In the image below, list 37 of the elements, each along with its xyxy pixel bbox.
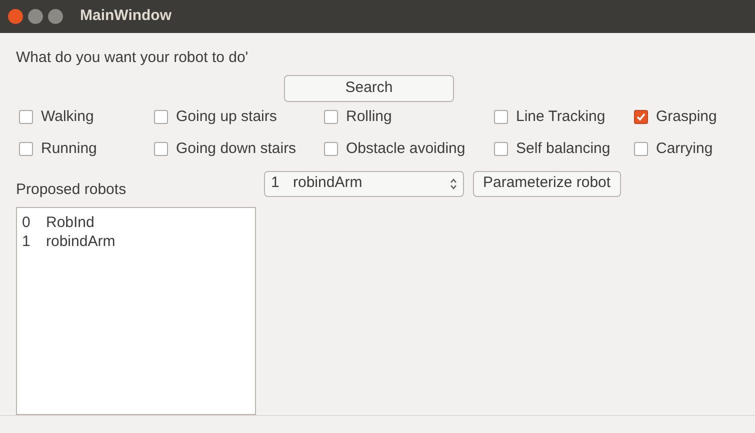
checkbox[interactable]	[154, 142, 168, 156]
maximize-icon[interactable]	[48, 9, 63, 24]
checkbox[interactable]	[19, 142, 33, 156]
select-index: 1	[271, 173, 280, 194]
select-value: robindArm	[293, 173, 364, 194]
prompt-text: What do you want your robot to do'	[16, 48, 248, 68]
checkbox-label: Going down stairs	[176, 139, 296, 159]
checkbox-label: Carrying	[656, 139, 713, 159]
check-icon	[636, 112, 646, 122]
search-button[interactable]: Search	[284, 74, 454, 102]
item-name[interactable]: robindArm	[46, 232, 116, 251]
checkbox[interactable]	[634, 142, 648, 156]
checkbox[interactable]	[324, 142, 338, 156]
checkbox[interactable]	[154, 110, 168, 124]
spinner-arrows-icon	[450, 178, 457, 190]
robot-select[interactable]: 1 robindArm	[264, 170, 464, 196]
checkbox-label: Self balancing	[516, 139, 610, 159]
minimize-icon[interactable]	[28, 9, 43, 24]
checkbox-label: Going up stairs	[176, 106, 277, 126]
item-index: 1	[22, 232, 32, 251]
checkbox-label: Grasping	[656, 106, 717, 126]
parameterize-button[interactable]: Parameterize robot	[473, 170, 621, 196]
list-title: Proposed robots	[16, 180, 128, 200]
checkbox[interactable]	[324, 110, 338, 124]
checkbox[interactable]	[634, 110, 648, 124]
item-index: 0	[22, 213, 32, 232]
checkbox-label: Obstacle avoiding	[346, 139, 466, 159]
checkbox[interactable]	[19, 110, 33, 124]
checkbox[interactable]	[494, 142, 508, 156]
checkbox-label: Rolling	[346, 106, 392, 126]
checkbox-label: Running	[41, 139, 97, 159]
close-icon[interactable]	[8, 9, 23, 24]
window-title: MainWindow	[80, 6, 172, 26]
item-name[interactable]: RobInd	[46, 213, 94, 232]
checkbox-label: Line Tracking	[516, 106, 606, 126]
checkbox[interactable]	[494, 110, 508, 124]
checkbox-label: Walking	[41, 106, 94, 126]
